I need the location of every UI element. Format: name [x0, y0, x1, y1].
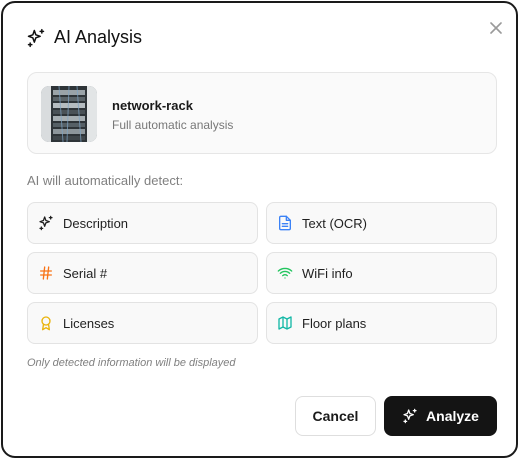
file-card: network-rack Full automatic analysis	[27, 72, 497, 154]
ai-analysis-dialog: AI Analysis network-rack Full automatic …	[1, 1, 518, 458]
feature-serial[interactable]: Serial #	[27, 252, 258, 294]
sparkles-icon	[403, 408, 417, 424]
feature-label: Text (OCR)	[302, 215, 367, 231]
feature-licenses[interactable]: Licenses	[27, 302, 258, 344]
sparkles-icon	[27, 28, 45, 47]
feature-label: WiFi info	[302, 265, 353, 281]
hash-icon	[40, 266, 52, 280]
close-button[interactable]	[487, 19, 505, 37]
close-icon	[490, 22, 502, 34]
dialog-header: AI Analysis	[26, 27, 142, 48]
feature-text-ocr[interactable]: Text (OCR)	[266, 202, 497, 244]
award-icon	[41, 316, 51, 331]
feature-description[interactable]: Description	[27, 202, 258, 244]
feature-label: Floor plans	[302, 315, 367, 331]
analyze-label: Analyze	[426, 408, 479, 424]
file-subtitle: Full automatic analysis	[112, 118, 234, 132]
feature-label: Licenses	[63, 315, 115, 331]
file-thumbnail	[41, 86, 97, 142]
info-note: Only detected information will be displa…	[27, 357, 236, 369]
detect-label: AI will automatically detect:	[27, 173, 184, 188]
wifi-icon	[277, 267, 293, 279]
map-icon	[278, 316, 292, 330]
feature-floor-plans[interactable]: Floor plans	[266, 302, 497, 344]
sparkles-icon	[39, 215, 53, 231]
document-icon	[279, 215, 291, 231]
feature-label: Description	[63, 215, 129, 231]
feature-label: Serial #	[63, 265, 108, 281]
cancel-button[interactable]: Cancel	[295, 396, 376, 436]
analyze-button[interactable]: Analyze	[384, 396, 497, 436]
cancel-label: Cancel	[312, 408, 359, 424]
file-name: network-rack	[112, 98, 193, 113]
dialog-title: AI Analysis	[54, 27, 143, 47]
feature-wifi[interactable]: WiFi info	[266, 252, 497, 294]
